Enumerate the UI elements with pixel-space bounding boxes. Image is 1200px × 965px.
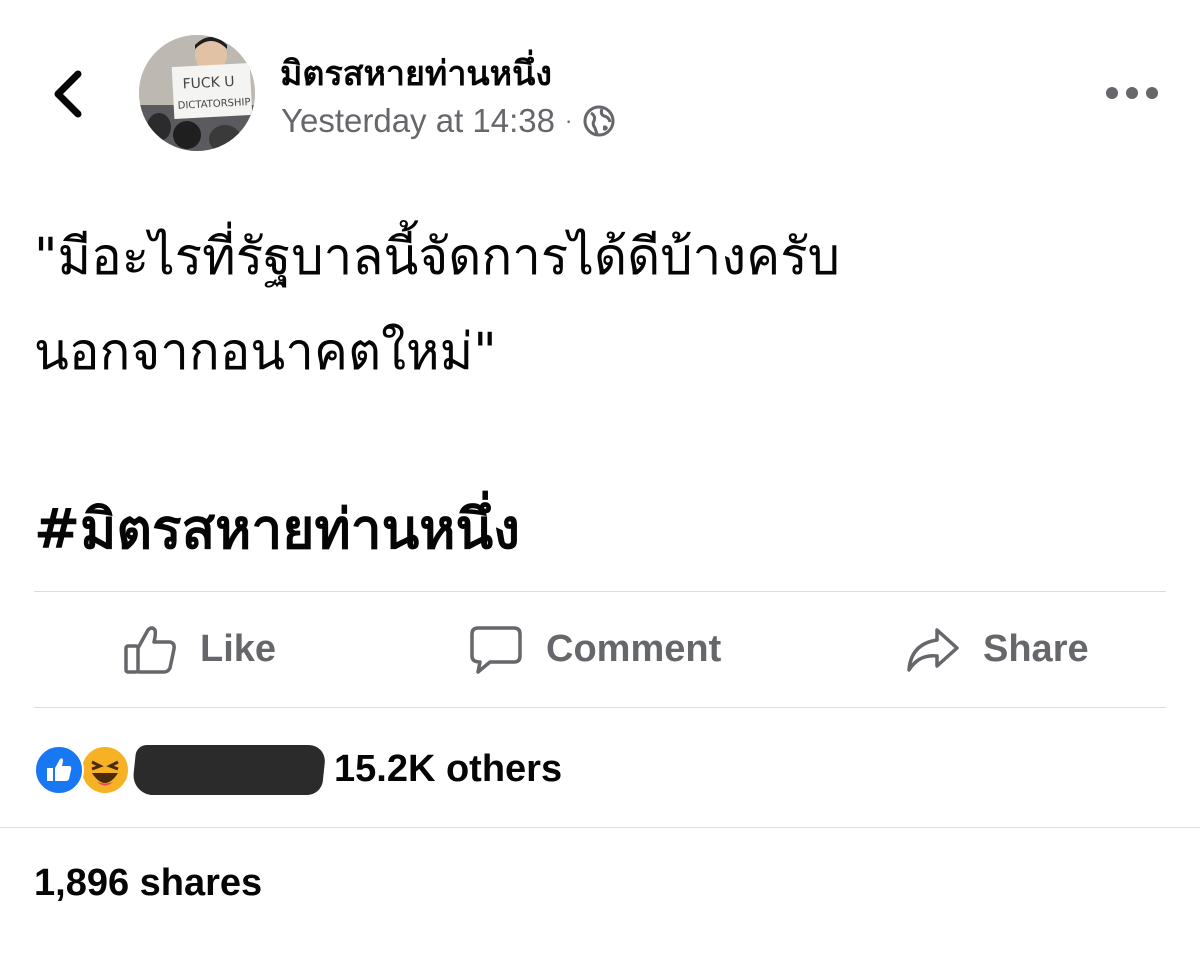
post-timestamp[interactable]: Yesterday at 14:38: [281, 102, 555, 140]
avatar-sign-line1: FUCK U: [182, 74, 235, 93]
share-label: Share: [983, 628, 1089, 670]
haha-react-icon: [80, 744, 130, 795]
comment-icon: [470, 625, 522, 674]
share-button[interactable]: Share: [905, 592, 1089, 707]
post-meta: Yesterday at 14:38 ·: [281, 102, 616, 140]
share-arrow-icon: [907, 627, 959, 672]
divider: [0, 827, 1200, 828]
like-react-icon: [34, 744, 84, 795]
reactions-summary[interactable]: 15.2K others: [34, 722, 562, 817]
post-header: FUCK U DICTATORSHIP มิตรสหายท่านหนึ่ง Ye…: [0, 0, 1200, 170]
action-bar: Like Comment Share: [0, 592, 1200, 707]
chevron-left-icon[interactable]: [42, 62, 98, 126]
post-text-line: นอกจากอนาคตใหม่": [34, 323, 497, 382]
more-horizontal-icon[interactable]: [1100, 78, 1164, 108]
author-name[interactable]: มิตรสหายท่านหนึ่ง: [280, 46, 552, 100]
hashtag-link[interactable]: #มิตรสหายท่านหนึ่ง: [34, 486, 520, 573]
like-button[interactable]: Like: [122, 592, 276, 707]
meta-separator: ·: [565, 108, 573, 133]
redacted-name-block: [131, 744, 327, 795]
thumbs-up-icon: [124, 625, 176, 674]
comment-label: Comment: [546, 628, 722, 670]
globe-icon[interactable]: [582, 104, 616, 138]
comment-button[interactable]: Comment: [468, 592, 721, 707]
like-label: Like: [200, 628, 277, 670]
reactions-count: 15.2K others: [334, 748, 563, 790]
shares-count[interactable]: 1,896 shares: [34, 862, 262, 905]
divider: [34, 707, 1166, 708]
post-body: "มีอะไรที่รัฐบาลนี้จัดการได้ดีบ้างครับ น…: [34, 210, 1154, 400]
avatar[interactable]: FUCK U DICTATORSHIP: [139, 35, 255, 151]
post-text-line: "มีอะไรที่รัฐบาลนี้จัดการได้ดีบ้างครับ: [34, 228, 841, 287]
